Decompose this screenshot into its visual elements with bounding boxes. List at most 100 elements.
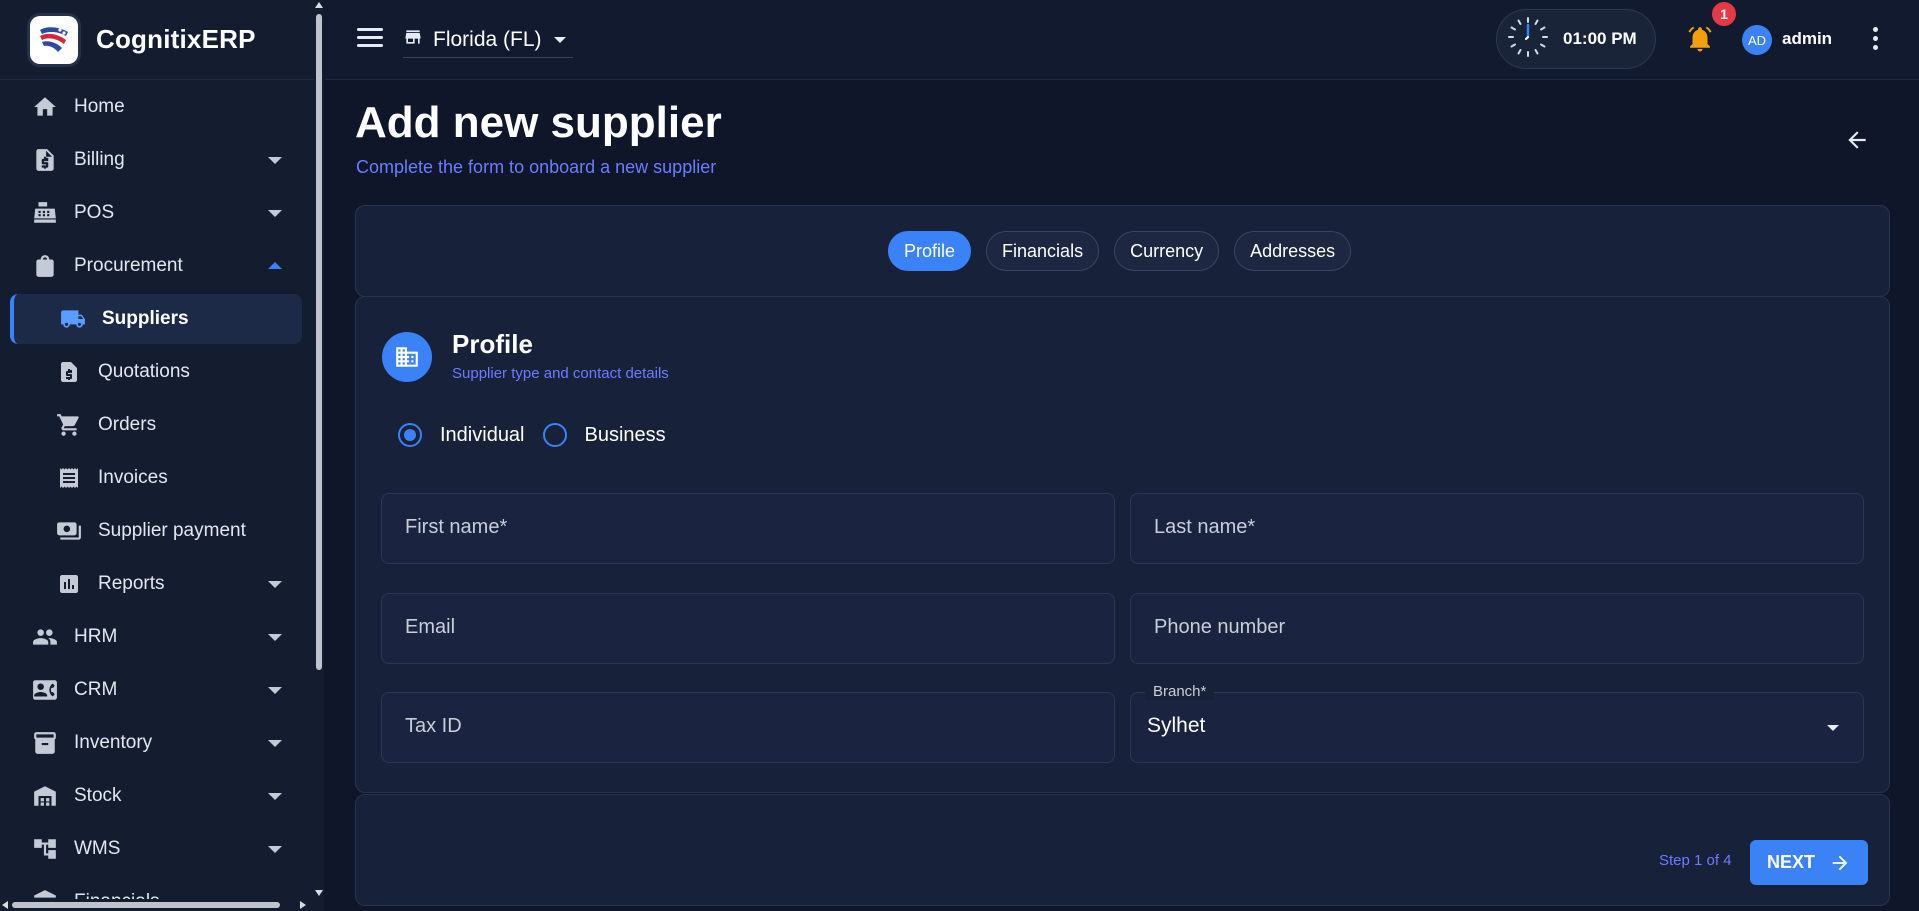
clock-icon: [1505, 14, 1551, 65]
topbar: Florida (FL) 01:00 PM 1 AD admin: [325, 0, 1919, 80]
last-name-field[interactable]: Last name*: [1130, 493, 1864, 564]
sidebar-horizontal-scrollbar[interactable]: [0, 899, 314, 911]
step-indicator: Step 1 of 4: [1659, 852, 1732, 869]
tab-addresses[interactable]: Addresses: [1234, 231, 1352, 271]
sidebar-item-suppliers[interactable]: Suppliers: [10, 294, 302, 344]
avatar[interactable]: AD: [1742, 25, 1772, 55]
sidebar-nav: Home Billing POS Procurement Suppliers Q…: [0, 80, 312, 911]
home-icon: [30, 92, 60, 122]
sidebar-item-label: WMS: [74, 837, 121, 859]
sidebar-item-quotations[interactable]: Quotations: [0, 345, 312, 398]
last-name-placeholder: Last name*: [1154, 516, 1256, 538]
radio-individual[interactable]: [398, 423, 422, 447]
billing-icon: [30, 145, 60, 175]
sidebar-item-crm[interactable]: CRM: [0, 663, 312, 716]
chevron-up-icon: [268, 261, 282, 269]
radio-selected-dot: [404, 429, 416, 441]
email-field[interactable]: Email: [381, 593, 1115, 664]
brand-logo-icon: [30, 15, 78, 64]
tax-id-field[interactable]: Tax ID: [381, 692, 1115, 763]
receipt-icon: [54, 463, 84, 493]
scroll-left-arrow-icon[interactable]: [2, 901, 8, 909]
branch-label: Branch*: [1145, 683, 1215, 700]
sidebar-item-billing[interactable]: Billing: [0, 133, 312, 186]
scroll-down-arrow-icon[interactable]: [315, 890, 323, 896]
supplier-type-radio-group: Individual Business: [398, 423, 684, 447]
sidebar-item-pos[interactable]: POS: [0, 186, 312, 239]
radio-label-individual[interactable]: Individual: [440, 424, 525, 447]
brand[interactable]: CognitixERP: [0, 0, 323, 80]
sidebar-item-hrm[interactable]: HRM: [0, 610, 312, 663]
sidebar-item-label: POS: [74, 201, 115, 223]
scrollbar-thumb[interactable]: [316, 14, 322, 670]
sidebar-item-reports[interactable]: Reports: [0, 557, 312, 610]
people-icon: [30, 622, 60, 652]
chevron-down-icon: [268, 156, 282, 164]
radio-label-business[interactable]: Business: [585, 424, 666, 447]
store-select[interactable]: Florida (FL): [403, 22, 573, 58]
chevron-down-icon: [268, 739, 282, 747]
branch-select[interactable]: Branch* Sylhet: [1130, 683, 1864, 763]
back-arrow-icon[interactable]: [1844, 127, 1874, 153]
payment-icon: [54, 516, 84, 546]
cart-icon: [54, 410, 84, 440]
hierarchy-icon: [30, 834, 60, 864]
cash-register-icon: [30, 198, 60, 228]
phone-field[interactable]: Phone number: [1130, 593, 1864, 664]
sidebar-item-procurement[interactable]: Procurement: [0, 239, 312, 292]
bar-chart-icon: [54, 569, 84, 599]
profile-form-card: Profile Supplier type and contact detail…: [355, 296, 1890, 793]
scrollbar-thumb[interactable]: [12, 902, 280, 908]
store-icon: [403, 27, 423, 52]
sidebar-item-label: Procurement: [74, 254, 183, 276]
sidebar-item-supplier-payment[interactable]: Supplier payment: [0, 504, 312, 557]
section-title: Profile: [452, 329, 533, 359]
sidebar-item-home[interactable]: Home: [0, 80, 312, 133]
form-footer: Step 1 of 4 NEXT: [355, 794, 1890, 906]
sidebar-item-inventory[interactable]: Inventory: [0, 716, 312, 769]
email-placeholder: Email: [405, 616, 456, 638]
tab-currency[interactable]: Currency: [1114, 231, 1220, 271]
tab-profile[interactable]: Profile: [888, 231, 972, 271]
clock-widget: 01:00 PM: [1496, 9, 1656, 69]
tax-id-placeholder: Tax ID: [405, 715, 462, 737]
sidebar-item-invoices[interactable]: Invoices: [0, 451, 312, 504]
chevron-down-icon: [268, 209, 282, 217]
chevron-down-icon: [553, 36, 566, 43]
tab-financials[interactable]: Financials: [986, 231, 1100, 271]
radio-business[interactable]: [542, 423, 567, 447]
sidebar-item-label: Suppliers: [102, 308, 189, 329]
next-button[interactable]: NEXT: [1750, 840, 1868, 885]
form-tabs: Profile Financials Currency Addresses: [888, 231, 1352, 271]
chevron-down-icon: [1827, 725, 1839, 731]
truck-icon: [58, 304, 88, 334]
next-button-label: NEXT: [1766, 852, 1815, 872]
clock-time: 01:00 PM: [1563, 29, 1637, 48]
section-subtitle: Supplier type and contact details: [452, 365, 669, 382]
notifications-bell-icon[interactable]: [1685, 24, 1715, 54]
user-name[interactable]: admin: [1782, 29, 1832, 49]
first-name-field[interactable]: First name*: [381, 493, 1115, 564]
sidebar-item-orders[interactable]: Orders: [0, 398, 312, 451]
sidebar-vertical-scrollbar[interactable]: [314, 0, 324, 911]
brand-name: CognitixERP: [96, 24, 256, 54]
more-options-icon[interactable]: [1871, 27, 1879, 51]
sidebar-item-label: HRM: [74, 625, 118, 647]
sidebar-item-label: Quotations: [98, 360, 190, 382]
sidebar-item-label: Billing: [74, 148, 125, 170]
sidebar-item-wms[interactable]: WMS: [0, 822, 312, 875]
tabs-card: Profile Financials Currency Addresses: [355, 205, 1890, 297]
archive-icon: [30, 728, 60, 758]
building-icon: [382, 332, 432, 382]
chevron-down-icon: [268, 845, 282, 853]
page-title: Add new supplier: [355, 98, 722, 147]
menu-toggle-button[interactable]: [357, 28, 383, 50]
scroll-right-arrow-icon[interactable]: [300, 901, 306, 909]
page-subtitle: Complete the form to onboard a new suppl…: [356, 157, 717, 177]
sidebar-item-stock[interactable]: Stock: [0, 769, 312, 822]
document-dollar-icon: [54, 357, 84, 387]
chevron-down-icon: [268, 686, 282, 694]
scroll-up-arrow-icon[interactable]: [315, 2, 323, 8]
sidebar-item-label: Home: [74, 95, 125, 117]
chevron-down-icon: [268, 792, 282, 800]
